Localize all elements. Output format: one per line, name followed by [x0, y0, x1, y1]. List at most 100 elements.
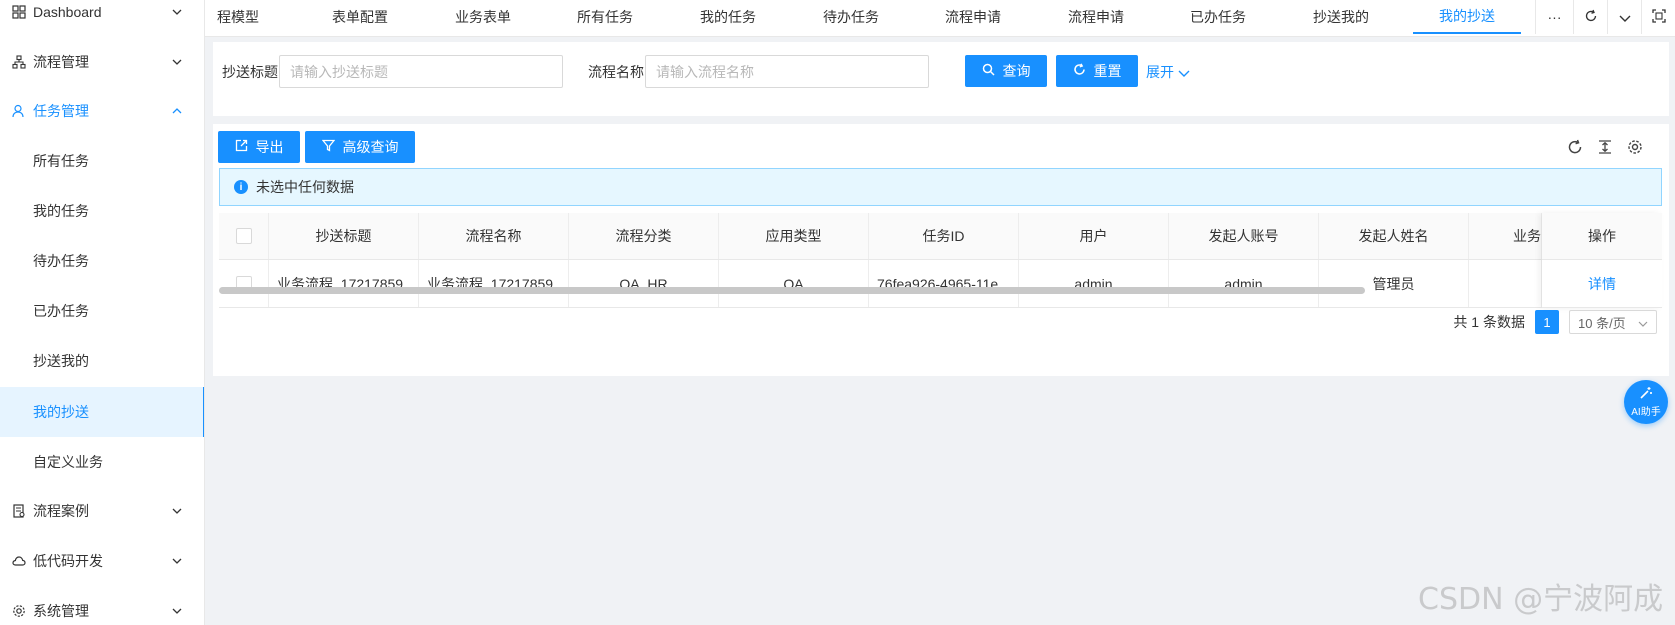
flow-icon [11, 54, 27, 70]
export-button-label: 导出 [255, 139, 284, 155]
reset-icon [1073, 63, 1086, 79]
tab-label: 程模型 [217, 9, 259, 25]
tabs-dropdown-button[interactable] [1607, 0, 1641, 34]
dashboard-icon [11, 4, 27, 20]
tab-cc-to-me[interactable]: 抄送我的 [1291, 0, 1391, 34]
sidebar-item-my-tasks[interactable]: 我的任务 [0, 186, 204, 236]
tab-all-tasks[interactable]: 所有任务 [555, 0, 655, 34]
column-header[interactable]: 发起人账号 [1169, 213, 1319, 259]
tab-todo-tasks[interactable]: 待办任务 [801, 0, 901, 34]
column-header[interactable]: 用户 [1019, 213, 1169, 259]
doc-icon [11, 503, 27, 519]
column-header[interactable]: 抄送标题 [269, 213, 419, 259]
export-icon [235, 139, 248, 155]
info-icon: i [234, 180, 248, 194]
chevron-down-icon [171, 505, 183, 517]
chevron-down-icon [1638, 315, 1648, 330]
fullscreen-icon [1651, 8, 1666, 26]
tab-process-model[interactable]: 程模型 [213, 0, 263, 34]
column-header[interactable]: 应用类型 [719, 213, 869, 259]
column-header[interactable]: 发起人姓名 [1319, 213, 1469, 259]
reset-button[interactable]: 重置 [1056, 55, 1138, 87]
sidebar-item-system-management[interactable]: 系统管理 [0, 586, 204, 625]
column-header[interactable]: 流程分类 [569, 213, 719, 259]
cell-user: admin [1019, 260, 1169, 307]
chevron-down-icon [171, 605, 183, 617]
pagination: 共 1 条数据 1 10 条/页 [1453, 310, 1657, 334]
tab-label: 流程申请 [945, 9, 1001, 25]
search-icon [982, 63, 995, 79]
select-all-checkbox[interactable] [235, 228, 252, 244]
sidebar-item-all-tasks[interactable]: 所有任务 [0, 136, 204, 186]
sidebar-item-my-cc[interactable]: 我的抄送 [0, 387, 204, 437]
table-row[interactable]: 业务流程_17217859... 业务流程_17217859... OA_HR … [219, 260, 1662, 308]
sidebar-item-label: 我的抄送 [33, 404, 89, 420]
sidebar-item-cc-to-me[interactable]: 抄送我的 [0, 336, 204, 386]
tabs-more-button[interactable]: ··· [1535, 0, 1573, 34]
sidebar-item-label: 系统管理 [33, 603, 89, 619]
row-select[interactable] [219, 260, 269, 307]
page-number-button[interactable]: 1 [1535, 310, 1559, 334]
tab-label: 已办任务 [1190, 9, 1246, 25]
header-select-all[interactable] [219, 213, 269, 259]
chevron-up-icon [171, 105, 183, 117]
advanced-query-button[interactable]: 高级查询 [305, 131, 415, 163]
user-task-icon [11, 103, 27, 119]
refresh-table-button[interactable] [1565, 138, 1585, 158]
column-header[interactable]: 流程名称 [419, 213, 569, 259]
sidebar-item-dashboard[interactable]: Dashboard [0, 0, 204, 37]
cell-initiator-account: admin [1169, 260, 1319, 307]
gear-icon [11, 603, 27, 619]
tab-label: 我的任务 [700, 9, 756, 25]
sidebar-item-flow-cases[interactable]: 流程案例 [0, 486, 204, 536]
query-button-label: 查询 [1002, 63, 1031, 79]
chevron-down-icon [1178, 64, 1190, 80]
tab-business-form[interactable]: 业务表单 [433, 0, 533, 34]
refresh-icon [1567, 139, 1583, 158]
gear-icon [1627, 139, 1643, 158]
selection-alert: i 未选中任何数据 [219, 168, 1662, 206]
column-height-button[interactable] [1595, 138, 1615, 158]
tab-flow-apply-2[interactable]: 流程申请 [1046, 0, 1146, 34]
sidebar-item-label: 所有任务 [33, 153, 89, 169]
refresh-tab-button[interactable] [1573, 0, 1607, 34]
cc-title-input[interactable] [279, 55, 563, 88]
horizontal-scrollbar[interactable] [219, 287, 1365, 294]
sidebar-item-label: 任务管理 [33, 103, 89, 119]
fullscreen-button[interactable] [1641, 0, 1675, 34]
cell-initiator-name: 管理员 [1319, 260, 1469, 307]
ai-assistant-button[interactable]: AI助手 [1624, 380, 1668, 424]
detail-link[interactable]: 详情 [1542, 260, 1662, 308]
sidebar-item-lowcode[interactable]: 低代码开发 [0, 536, 204, 586]
page-size-select[interactable]: 10 条/页 [1569, 310, 1657, 334]
column-header[interactable]: 业务 [1469, 213, 1542, 259]
chevron-down-icon [171, 56, 183, 68]
chevron-down-icon [171, 555, 183, 567]
tab-form-config[interactable]: 表单配置 [310, 0, 410, 34]
sidebar-item-done-tasks[interactable]: 已办任务 [0, 286, 204, 336]
expand-link[interactable]: 展开 [1146, 62, 1190, 82]
tab-label: 业务表单 [455, 9, 511, 25]
tab-flow-apply-1[interactable]: 流程申请 [923, 0, 1023, 34]
fixed-action-column: 操作 详情 [1542, 213, 1662, 308]
query-button[interactable]: 查询 [965, 55, 1047, 87]
sidebar-item-label: 低代码开发 [33, 553, 103, 569]
sidebar-item-flow-management[interactable]: 流程管理 [0, 37, 204, 87]
tab-done-tasks[interactable]: 已办任务 [1168, 0, 1268, 34]
column-header[interactable]: 任务ID [869, 213, 1019, 259]
tab-my-tasks[interactable]: 我的任务 [678, 0, 778, 34]
more-icon: ··· [1547, 9, 1562, 25]
cell-business [1469, 260, 1542, 307]
export-button[interactable]: 导出 [218, 131, 300, 163]
flow-name-input[interactable] [645, 55, 929, 88]
tab-label: 所有任务 [577, 9, 633, 25]
page-size-value: 10 条/页 [1578, 315, 1626, 331]
sidebar-item-custom-business[interactable]: 自定义业务 [0, 437, 204, 487]
sidebar-item-todo-tasks[interactable]: 待办任务 [0, 236, 204, 286]
tab-my-cc[interactable]: 我的抄送 [1413, 0, 1521, 34]
chevron-down-icon [1619, 9, 1631, 25]
sidebar-item-task-management[interactable]: 任务管理 [0, 86, 204, 136]
chevron-down-icon [171, 6, 183, 18]
table-settings-button[interactable] [1625, 138, 1645, 158]
expand-link-label: 展开 [1146, 64, 1174, 80]
